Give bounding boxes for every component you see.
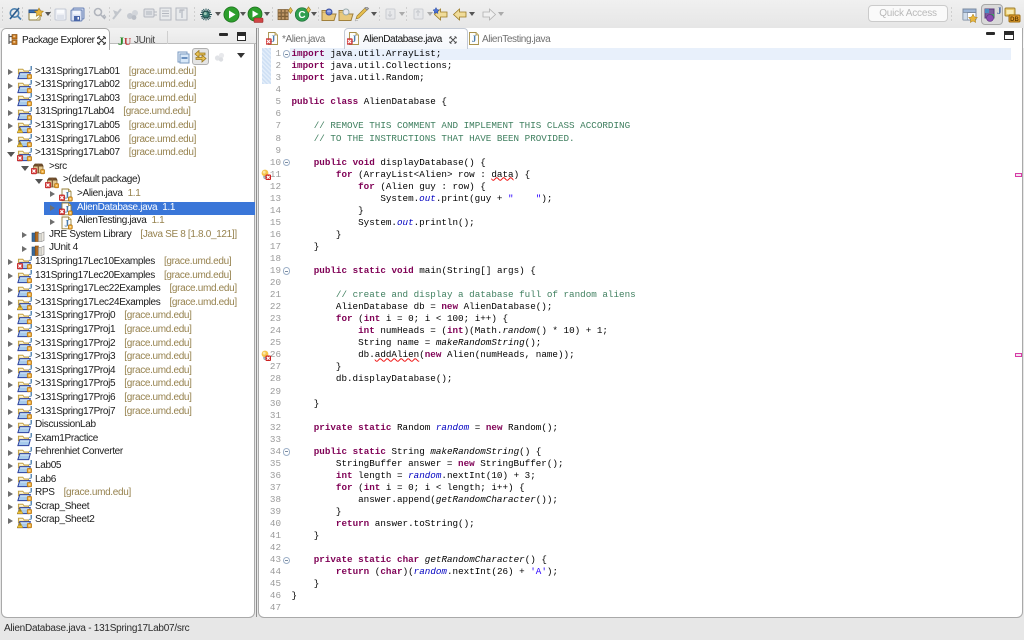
svg-text:J: J	[997, 6, 1001, 16]
svg-text:J: J	[472, 34, 477, 44]
svg-text:C: C	[298, 10, 305, 21]
svg-text:DB: DB	[1010, 17, 1019, 23]
